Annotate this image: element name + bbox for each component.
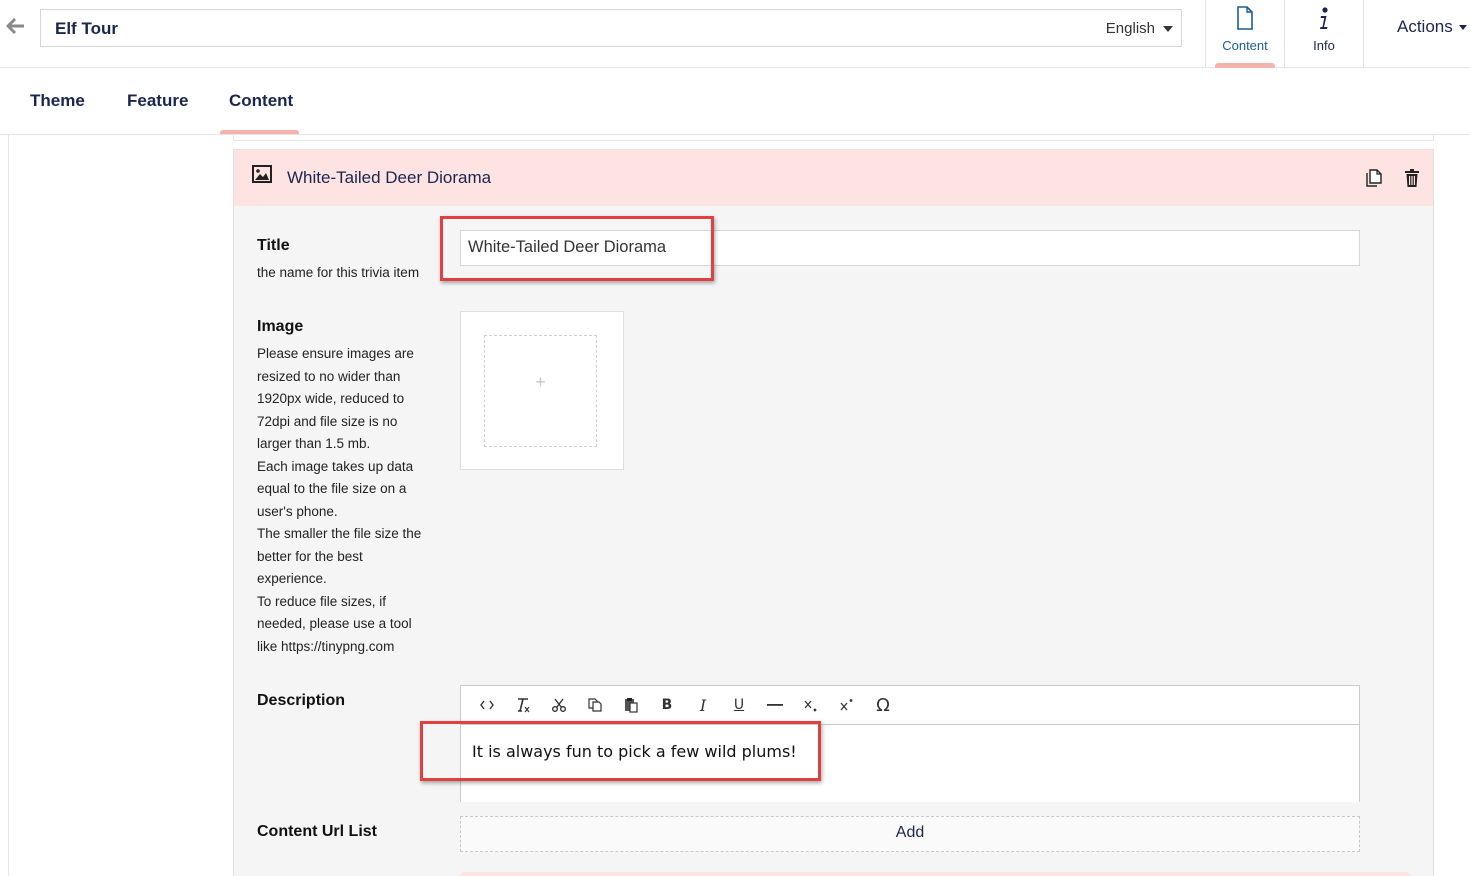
active-tab-indicator — [220, 130, 299, 134]
back-arrow-icon[interactable] — [6, 16, 28, 38]
tour-name: Elf Tour — [55, 19, 118, 38]
image-upload[interactable]: + — [460, 311, 624, 470]
image-help-line: needed, please use a tool — [257, 616, 412, 631]
actions-menu[interactable]: Actions — [1363, 0, 1470, 68]
image-label: Image — [257, 318, 304, 335]
superscript-icon[interactable] — [829, 690, 865, 720]
add-url-button[interactable]: Add — [460, 816, 1360, 852]
content-app-button[interactable]: Content — [1205, 0, 1284, 68]
language-label: English — [1105, 20, 1155, 37]
tab-feature[interactable]: Feature — [127, 91, 188, 111]
image-help-line: 72dpi and file size is no — [257, 413, 398, 429]
trash-icon[interactable] — [1405, 169, 1419, 192]
image-help-line: equal to the file size on a — [257, 481, 407, 496]
special-character-icon[interactable]: Ω — [865, 690, 901, 720]
image-help-line: Each image takes up data — [257, 458, 414, 474]
info-icon — [1285, 6, 1363, 32]
underline-icon[interactable]: U — [721, 690, 757, 720]
item-header[interactable]: White-Tailed Deer Diorama — [234, 150, 1433, 206]
tab-content[interactable]: Content — [229, 91, 293, 111]
title-input[interactable]: White-Tailed Deer Diorama — [460, 230, 1360, 266]
tab-theme[interactable]: Theme — [30, 91, 85, 111]
copy-icon[interactable] — [577, 690, 613, 720]
info-app-button[interactable]: Info — [1284, 0, 1363, 68]
content-item-panel: White-Tailed Deer Diorama Title the name… — [233, 149, 1434, 876]
remove-format-icon[interactable] — [505, 690, 541, 720]
image-help-line: resized to no wider than — [257, 368, 401, 384]
editor-toolbar: B I U Ω — [461, 686, 1359, 725]
image-help-line: like https://tinypng.com — [257, 638, 395, 654]
sidebar-divider — [8, 135, 9, 876]
image-help-line: better for the best — [257, 548, 363, 564]
chevron-down-icon — [1163, 25, 1173, 32]
tab-bar: Theme Feature Content — [0, 68, 1470, 135]
title-label: Title — [257, 237, 290, 254]
duplicate-icon[interactable] — [1365, 169, 1383, 192]
image-help-line: To reduce file sizes, if — [257, 593, 387, 609]
image-help-line: The smaller the file size the — [257, 526, 422, 541]
image-help-line: 1920px wide, reduced to — [257, 391, 405, 406]
italic-icon[interactable]: I — [685, 690, 721, 720]
bold-icon[interactable]: B — [649, 690, 685, 720]
paste-icon[interactable] — [613, 690, 649, 720]
info-app-label: Info — [1313, 38, 1335, 53]
source-code-icon[interactable] — [469, 690, 505, 720]
horizontal-line-icon[interactable] — [757, 690, 793, 720]
image-help-line: user's phone. — [257, 503, 338, 519]
subscript-icon[interactable] — [793, 690, 829, 720]
top-header: Elf Tour English Content Info Actions — [0, 0, 1470, 68]
language-select[interactable]: English — [1106, 20, 1173, 37]
tour-name-field[interactable]: Elf Tour English — [40, 9, 1182, 47]
item-header-title: White-Tailed Deer Diorama — [287, 168, 492, 187]
description-label: Description — [257, 692, 346, 709]
image-icon — [252, 165, 272, 188]
content-url-list-label: Content Url List — [257, 823, 377, 840]
previous-item-edge — [233, 135, 1434, 141]
image-help-line: Please ensure images are — [257, 346, 414, 361]
image-help-line: larger than 1.5 mb. — [257, 436, 371, 451]
actions-label: Actions — [1397, 17, 1453, 36]
next-item-edge — [460, 872, 1410, 876]
document-icon — [1206, 6, 1284, 32]
title-value: White-Tailed Deer Diorama — [468, 238, 667, 256]
plus-icon: + — [535, 372, 546, 392]
description-editor[interactable]: B I U Ω It is always fun to pick a few w… — [460, 685, 1360, 802]
image-help: Please ensure images are resized to no w… — [257, 343, 439, 658]
content-app-label: Content — [1222, 38, 1268, 53]
add-url-label: Add — [895, 824, 925, 841]
image-dropzone[interactable]: + — [484, 335, 597, 447]
cut-icon[interactable] — [541, 690, 577, 720]
description-text[interactable]: It is always fun to pick a few wild plum… — [472, 742, 797, 761]
image-help-line: experience. — [257, 571, 327, 586]
chevron-down-icon — [1458, 24, 1467, 30]
title-help: the name for this trivia item — [257, 265, 420, 280]
